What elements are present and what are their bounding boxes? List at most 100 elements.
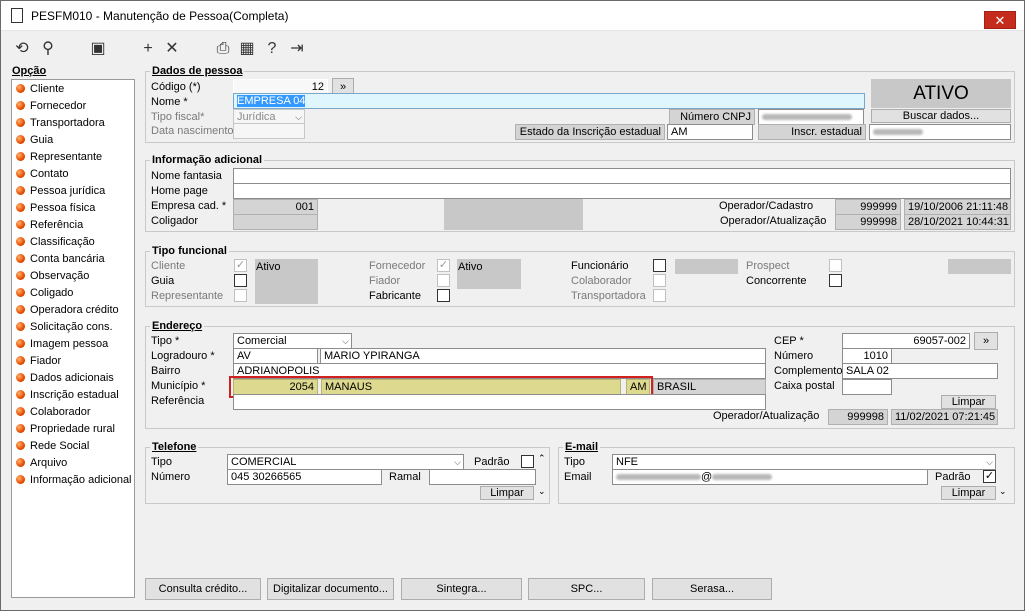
telefone-padrao-checkbox[interactable] — [521, 455, 534, 468]
save-icon[interactable]: ▣ — [88, 39, 108, 59]
sintegra-button[interactable]: Sintegra... — [401, 578, 522, 600]
help-icon[interactable]: ? — [262, 39, 282, 59]
limpar-telefone-button[interactable]: Limpar — [480, 486, 534, 500]
endereco-op-label: Operador/Atualização — [713, 410, 820, 422]
numero-endereco-field[interactable]: 1010 — [842, 348, 892, 364]
representante-checkbox[interactable] — [234, 289, 247, 302]
municipio-code-field[interactable]: 2054 — [233, 379, 318, 395]
sidebar-item[interactable]: Classificação — [16, 234, 95, 251]
email-scroll-down-icon[interactable]: ⌄ — [999, 486, 1007, 497]
calendar-icon[interactable]: ▦ — [237, 39, 257, 59]
email-padrao-checkbox[interactable]: ✓ — [983, 470, 996, 483]
sidebar-item[interactable]: Solicitação cons. — [16, 319, 113, 336]
sidebar: Cliente Fornecedor Transportadora Guia Repre… — [11, 79, 135, 598]
sidebar-item[interactable]: Informação adicional — [16, 472, 132, 489]
cliente-checkbox[interactable]: ✓ — [234, 259, 247, 272]
print-icon[interactable]: ⎙ — [213, 39, 233, 59]
sidebar-item[interactable]: Dados adicionais — [16, 370, 114, 387]
limpar-email-button[interactable]: Limpar — [941, 486, 996, 500]
fabricante-checkbox[interactable] — [437, 289, 450, 302]
colaborador-checkbox[interactable] — [653, 274, 666, 287]
cnpj-field[interactable] — [758, 109, 864, 125]
sidebar-item-label: Cliente — [30, 83, 65, 95]
nome-fantasia-field[interactable] — [233, 168, 1011, 184]
telefone-scroll-down-icon[interactable]: ⌄ — [538, 486, 546, 497]
telefone-numero-field[interactable]: 045 30266565 — [227, 469, 382, 485]
logradouro-tipo-field[interactable]: AV — [233, 348, 318, 364]
telefone-tipo-label: Tipo — [151, 456, 172, 468]
complemento-field[interactable]: SALA 02 — [842, 363, 998, 379]
consulta-credito-button[interactable]: Consulta crédito... — [145, 578, 261, 600]
nome-field[interactable]: EMPRESA 04 — [233, 93, 865, 109]
municipio-field[interactable]: MANAUS — [321, 379, 621, 395]
uf-field[interactable]: AM — [626, 379, 650, 395]
bullet-icon — [16, 305, 25, 314]
telefone-scroll-up-icon[interactable]: ⌃ — [538, 453, 546, 464]
funcionario-checkbox[interactable] — [653, 259, 666, 272]
caixa-postal-field[interactable] — [842, 379, 892, 395]
sidebar-item[interactable]: Propriedade rural — [16, 421, 115, 438]
sidebar-item[interactable]: Colaborador — [16, 404, 91, 421]
chevron-down-icon: ⌵ — [454, 457, 461, 467]
transportadora-checkbox[interactable] — [653, 289, 666, 302]
spc-button[interactable]: SPC... — [528, 578, 645, 600]
sidebar-item[interactable]: Fornecedor — [16, 98, 86, 115]
colaborador-label: Colaborador — [571, 275, 632, 287]
sidebar-item[interactable]: Coligado — [16, 285, 73, 302]
serasa-button[interactable]: Serasa... — [652, 578, 772, 600]
add-icon[interactable]: + — [138, 39, 158, 59]
sidebar-item[interactable]: Representante — [16, 149, 102, 166]
fiador-checkbox[interactable] — [437, 274, 450, 287]
refresh-icon[interactable]: ⟲ — [12, 39, 32, 59]
data-nascimento-label: Data nascimento — [151, 125, 234, 137]
telefone-tipo-select[interactable]: COMERCIAL ⌵ — [227, 454, 464, 470]
buscar-dados-button[interactable]: Buscar dados... — [871, 109, 1011, 123]
sidebar-item[interactable]: Rede Social — [16, 438, 89, 455]
digitalizar-documento-button[interactable]: Digitalizar documento... — [267, 578, 394, 600]
estado-ie-field[interactable]: AM — [667, 124, 753, 140]
ramal-field[interactable] — [429, 469, 536, 485]
sidebar-item-label: Contato — [30, 168, 69, 180]
sidebar-item[interactable]: Observação — [16, 268, 89, 285]
sidebar-item[interactable]: Imagem pessoa — [16, 336, 108, 353]
sidebar-item[interactable]: Conta bancária — [16, 251, 105, 268]
tipo-endereco-select[interactable]: Comercial ⌵ — [233, 333, 352, 349]
delete-icon[interactable]: ✕ — [162, 39, 182, 59]
concorrente-checkbox[interactable] — [829, 274, 842, 287]
limpar-endereco-button[interactable]: Limpar — [941, 395, 996, 409]
sidebar-item-label: Colaborador — [30, 406, 91, 418]
complemento-label: Complemento — [774, 365, 843, 377]
data-nascimento-field[interactable] — [233, 123, 305, 139]
municipio-label: Município * — [151, 380, 206, 392]
sidebar-item[interactable]: Fiador — [16, 353, 61, 370]
sidebar-item[interactable]: Guia — [16, 132, 53, 149]
sidebar-item[interactable]: Operadora crédito — [16, 302, 119, 319]
homepage-field[interactable] — [233, 183, 1011, 199]
close-button[interactable]: ✕ — [984, 11, 1016, 29]
email-field[interactable]: @ — [612, 469, 928, 485]
main-window: PESFM010 - Manutenção de Pessoa(Completa… — [0, 0, 1025, 611]
sidebar-item[interactable]: Arquivo — [16, 455, 67, 472]
sidebar-item[interactable]: Pessoa jurídica — [16, 183, 105, 200]
cep-search-button[interactable]: » — [974, 332, 998, 350]
bullet-icon — [16, 84, 25, 93]
sidebar-item[interactable]: Pessoa física — [16, 200, 95, 217]
sidebar-item[interactable]: Referência — [16, 217, 83, 234]
tipo-endereco-label: Tipo * — [151, 335, 180, 347]
cep-field[interactable]: 69057-002 — [842, 333, 970, 349]
sidebar-item[interactable]: Transportadora — [16, 115, 105, 132]
exit-icon[interactable]: ⇥ — [287, 39, 307, 59]
email-tipo-select[interactable]: NFE ⌵ — [612, 454, 996, 470]
logradouro-field[interactable]: MARIO YPIRANGA — [320, 348, 766, 364]
sidebar-item[interactable]: Inscrição estadual — [16, 387, 119, 404]
sidebar-item[interactable]: Contato — [16, 166, 69, 183]
fornecedor-checkbox[interactable]: ✓ — [437, 259, 450, 272]
referencia-field[interactable] — [233, 394, 766, 410]
search-icon[interactable]: ⚲ — [38, 39, 58, 59]
email-padrao-label: Padrão — [935, 471, 971, 483]
guia-checkbox[interactable] — [234, 274, 247, 287]
prospect-checkbox[interactable] — [829, 259, 842, 272]
window-title: PESFM010 - Manutenção de Pessoa(Completa… — [31, 9, 289, 23]
sidebar-item[interactable]: Cliente — [16, 81, 64, 98]
inscr-estadual-field[interactable] — [869, 124, 1011, 140]
